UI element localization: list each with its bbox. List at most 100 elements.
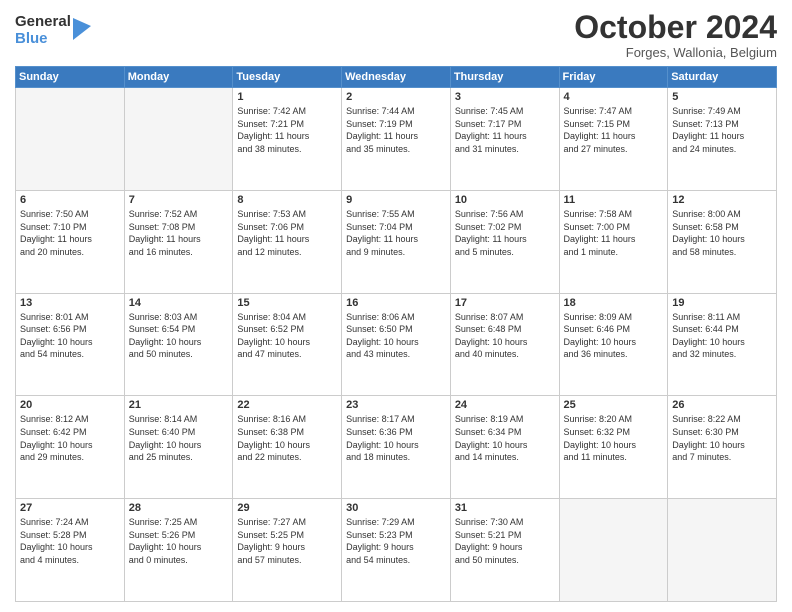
day-cell: 24 Sunrise: 8:19 AMSunset: 6:34 PMDayligh… xyxy=(450,396,559,499)
day-number: 23 xyxy=(346,399,446,411)
day-cell: 30 Sunrise: 7:29 AMSunset: 5:23 PMDayligh… xyxy=(342,499,451,602)
week-row-3: 13 Sunrise: 8:01 AMSunset: 6:56 PMDayligh… xyxy=(16,293,777,396)
day-cell: 5Sunrise: 7:49 AMSunset: 7:13 PMDaylight… xyxy=(668,88,777,191)
day-cell: 13 Sunrise: 8:01 AMSunset: 6:56 PMDayligh… xyxy=(16,293,125,396)
day-info: Sunrise: 8:17 AMSunset: 6:36 PMDaylight:… xyxy=(346,413,446,463)
weekday-header-sunday: Sunday xyxy=(16,67,125,88)
day-info: Sunrise: 7:42 AMSunset: 7:21 PMDaylight:… xyxy=(237,105,337,155)
day-number: 28 xyxy=(129,502,229,514)
day-info: Sunrise: 7:45 AMSunset: 7:17 PMDaylight:… xyxy=(455,105,555,155)
weekday-header-monday: Monday xyxy=(124,67,233,88)
day-cell: 29Sunrise: 7:27 AMSunset: 5:25 PMDayligh… xyxy=(233,499,342,602)
day-number: 17 xyxy=(455,297,555,309)
day-number: 16 xyxy=(346,297,446,309)
day-cell: 22 Sunrise: 8:16 AMSunset: 6:38 PMDayligh… xyxy=(233,396,342,499)
title-area: October 2024 Forges, Wallonia, Belgium xyxy=(574,10,777,60)
day-number: 7 xyxy=(129,194,229,206)
day-cell: 6 Sunrise: 7:50 AMSunset: 7:10 PMDaylight… xyxy=(16,190,125,293)
day-cell xyxy=(668,499,777,602)
day-info: Sunrise: 8:20 AMSunset: 6:32 PMDaylight:… xyxy=(564,413,664,463)
day-cell: 8 Sunrise: 7:53 AMSunset: 7:06 PMDaylight… xyxy=(233,190,342,293)
day-number: 2 xyxy=(346,91,446,103)
day-cell xyxy=(559,499,668,602)
day-cell: 11Sunrise: 7:58 AMSunset: 7:00 PMDayligh… xyxy=(559,190,668,293)
day-number: 20 xyxy=(20,399,120,411)
day-number: 30 xyxy=(346,502,446,514)
day-info: Sunrise: 7:29 AMSunset: 5:23 PMDaylight:… xyxy=(346,516,446,566)
weekday-header-row: SundayMondayTuesdayWednesdayThursdayFrid… xyxy=(16,67,777,88)
day-info: Sunrise: 8:04 AMSunset: 6:52 PMDaylight:… xyxy=(237,311,337,361)
day-cell: 2Sunrise: 7:44 AMSunset: 7:19 PMDaylight… xyxy=(342,88,451,191)
week-row-4: 20Sunrise: 8:12 AMSunset: 6:42 PMDayligh… xyxy=(16,396,777,499)
day-info: Sunrise: 8:06 AMSunset: 6:50 PMDaylight:… xyxy=(346,311,446,361)
logo-text: General Blue xyxy=(15,14,71,47)
day-info: Sunrise: 7:56 AMSunset: 7:02 PMDaylight:… xyxy=(455,208,555,258)
day-info: Sunrise: 8:00 AMSunset: 6:58 PMDaylight:… xyxy=(672,208,772,258)
day-number: 27 xyxy=(20,502,120,514)
day-cell: 20Sunrise: 8:12 AMSunset: 6:42 PMDayligh… xyxy=(16,396,125,499)
day-number: 9 xyxy=(346,194,446,206)
day-number: 15 xyxy=(237,297,337,309)
day-info: Sunrise: 8:14 AMSunset: 6:40 PMDaylight:… xyxy=(129,413,229,463)
location-subtitle: Forges, Wallonia, Belgium xyxy=(574,45,777,60)
day-info: Sunrise: 7:47 AMSunset: 7:15 PMDaylight:… xyxy=(564,105,664,155)
page: General Blue October 2024 Forges, Wallon… xyxy=(0,0,792,612)
day-number: 22 xyxy=(237,399,337,411)
day-info: Sunrise: 8:19 AMSunset: 6:34 PMDaylight:… xyxy=(455,413,555,463)
day-cell: 19 Sunrise: 8:11 AMSunset: 6:44 PMDayligh… xyxy=(668,293,777,396)
day-cell: 15 Sunrise: 8:04 AMSunset: 6:52 PMDayligh… xyxy=(233,293,342,396)
weekday-header-wednesday: Wednesday xyxy=(342,67,451,88)
logo-general: General xyxy=(15,14,71,31)
week-row-2: 6 Sunrise: 7:50 AMSunset: 7:10 PMDaylight… xyxy=(16,190,777,293)
day-cell: 31 Sunrise: 7:30 AMSunset: 5:21 PMDayligh… xyxy=(450,499,559,602)
day-number: 24 xyxy=(455,399,555,411)
day-number: 19 xyxy=(672,297,772,309)
day-number: 29 xyxy=(237,502,337,514)
day-number: 4 xyxy=(564,91,664,103)
day-number: 1 xyxy=(237,91,337,103)
week-row-5: 27 Sunrise: 7:24 AMSunset: 5:28 PMDayligh… xyxy=(16,499,777,602)
day-cell: 16 Sunrise: 8:06 AMSunset: 6:50 PMDayligh… xyxy=(342,293,451,396)
month-title: October 2024 xyxy=(574,10,777,45)
day-cell: 4 Sunrise: 7:47 AMSunset: 7:15 PMDaylight… xyxy=(559,88,668,191)
day-info: Sunrise: 8:01 AMSunset: 6:56 PMDaylight:… xyxy=(20,311,120,361)
day-number: 14 xyxy=(129,297,229,309)
day-cell: 25 Sunrise: 8:20 AMSunset: 6:32 PMDayligh… xyxy=(559,396,668,499)
day-info: Sunrise: 7:25 AMSunset: 5:26 PMDaylight:… xyxy=(129,516,229,566)
day-info: Sunrise: 8:07 AMSunset: 6:48 PMDaylight:… xyxy=(455,311,555,361)
day-info: Sunrise: 7:58 AMSunset: 7:00 PMDaylight:… xyxy=(564,208,664,258)
day-number: 21 xyxy=(129,399,229,411)
weekday-header-tuesday: Tuesday xyxy=(233,67,342,88)
day-cell: 10Sunrise: 7:56 AMSunset: 7:02 PMDayligh… xyxy=(450,190,559,293)
day-cell: 1 Sunrise: 7:42 AMSunset: 7:21 PMDaylight… xyxy=(233,88,342,191)
day-number: 25 xyxy=(564,399,664,411)
logo-blue: Blue xyxy=(15,31,71,48)
day-cell xyxy=(16,88,125,191)
calendar-table: SundayMondayTuesdayWednesdayThursdayFrid… xyxy=(15,66,777,602)
day-info: Sunrise: 7:24 AMSunset: 5:28 PMDaylight:… xyxy=(20,516,120,566)
day-info: Sunrise: 7:30 AMSunset: 5:21 PMDaylight:… xyxy=(455,516,555,566)
day-number: 31 xyxy=(455,502,555,514)
weekday-header-saturday: Saturday xyxy=(668,67,777,88)
day-info: Sunrise: 8:22 AMSunset: 6:30 PMDaylight:… xyxy=(672,413,772,463)
weekday-header-thursday: Thursday xyxy=(450,67,559,88)
day-info: Sunrise: 7:50 AMSunset: 7:10 PMDaylight:… xyxy=(20,208,120,258)
day-number: 8 xyxy=(237,194,337,206)
day-number: 6 xyxy=(20,194,120,206)
day-info: Sunrise: 8:11 AMSunset: 6:44 PMDaylight:… xyxy=(672,311,772,361)
header: General Blue October 2024 Forges, Wallon… xyxy=(15,10,777,60)
day-cell: 23 Sunrise: 8:17 AMSunset: 6:36 PMDayligh… xyxy=(342,396,451,499)
weekday-header-friday: Friday xyxy=(559,67,668,88)
day-cell: 28 Sunrise: 7:25 AMSunset: 5:26 PMDayligh… xyxy=(124,499,233,602)
day-info: Sunrise: 7:55 AMSunset: 7:04 PMDaylight:… xyxy=(346,208,446,258)
day-info: Sunrise: 8:16 AMSunset: 6:38 PMDaylight:… xyxy=(237,413,337,463)
day-info: Sunrise: 8:03 AMSunset: 6:54 PMDaylight:… xyxy=(129,311,229,361)
day-cell: 17 Sunrise: 8:07 AMSunset: 6:48 PMDayligh… xyxy=(450,293,559,396)
day-number: 26 xyxy=(672,399,772,411)
day-number: 5 xyxy=(672,91,772,103)
day-number: 3 xyxy=(455,91,555,103)
logo-icon xyxy=(73,18,91,40)
day-cell: 27 Sunrise: 7:24 AMSunset: 5:28 PMDayligh… xyxy=(16,499,125,602)
day-number: 13 xyxy=(20,297,120,309)
day-info: Sunrise: 7:53 AMSunset: 7:06 PMDaylight:… xyxy=(237,208,337,258)
